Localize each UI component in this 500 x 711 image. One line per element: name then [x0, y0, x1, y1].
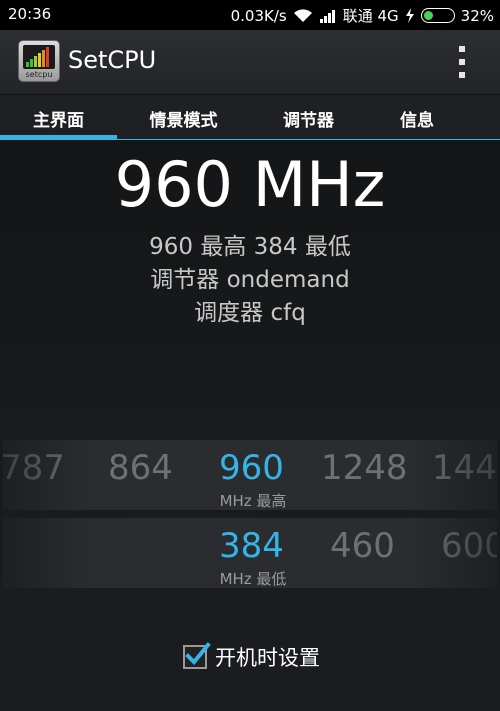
tab-governor[interactable]: 调节器	[250, 95, 367, 141]
net-speed: 0.03K/s	[230, 6, 287, 25]
max-option[interactable]: 144	[432, 448, 497, 488]
min-option-selected[interactable]: 384	[219, 526, 284, 566]
set-on-boot-label: 开机时设置	[215, 646, 320, 670]
status-icons: 0.03K/s 联通 4G 32%	[231, 5, 494, 26]
carrier-label: 联通 4G	[342, 7, 399, 25]
battery-percent: 32%	[460, 6, 494, 25]
app-icon-label: setcpu	[25, 70, 53, 79]
tab-profiles[interactable]: 情景模式	[117, 95, 250, 141]
min-frequency-picker[interactable]: 384 460 600 MHz 最低	[3, 518, 497, 588]
min-option[interactable]: 600	[441, 526, 497, 566]
max-option[interactable]: 1248	[321, 448, 408, 488]
max-option[interactable]: 864	[108, 448, 173, 488]
set-on-boot-checkbox[interactable]	[183, 642, 211, 669]
app-title: SetCPU	[68, 46, 157, 74]
min-option[interactable]: 460	[330, 526, 395, 566]
scheduler-info: 调度器 cfq	[194, 300, 306, 326]
max-unit-label: MHz 最高	[219, 492, 287, 510]
governor-info: 调节器 ondemand	[150, 267, 350, 293]
set-on-boot-row[interactable]: 开机时设置	[183, 642, 320, 672]
checkmark-icon	[185, 642, 211, 665]
max-option-selected[interactable]: 960	[219, 448, 284, 488]
frequency-range: 960 最高 384 最低	[149, 234, 351, 260]
status-time: 20:36	[8, 5, 52, 23]
tab-bar: 主界面 情景模式 调节器 信息	[0, 94, 500, 140]
signal-icon	[319, 9, 337, 23]
wifi-icon	[293, 8, 313, 23]
current-frequency: 960 MHz	[114, 148, 386, 221]
status-bar: 20:36 0.03K/s 联通 4G 32%	[0, 0, 500, 30]
action-bar: setcpu SetCPU	[0, 30, 500, 94]
charging-icon	[405, 8, 415, 23]
overflow-menu-icon[interactable]	[456, 46, 468, 78]
tab-info[interactable]: 信息	[367, 95, 467, 141]
max-frequency-picker[interactable]: 787 864 960 1248 144 MHz 最高	[3, 440, 497, 510]
main-panel	[0, 140, 500, 711]
battery-icon	[420, 8, 455, 23]
min-unit-label: MHz 最低	[219, 570, 287, 588]
setcpu-app-icon[interactable]: setcpu	[18, 40, 60, 82]
max-option[interactable]: 787	[3, 448, 65, 488]
